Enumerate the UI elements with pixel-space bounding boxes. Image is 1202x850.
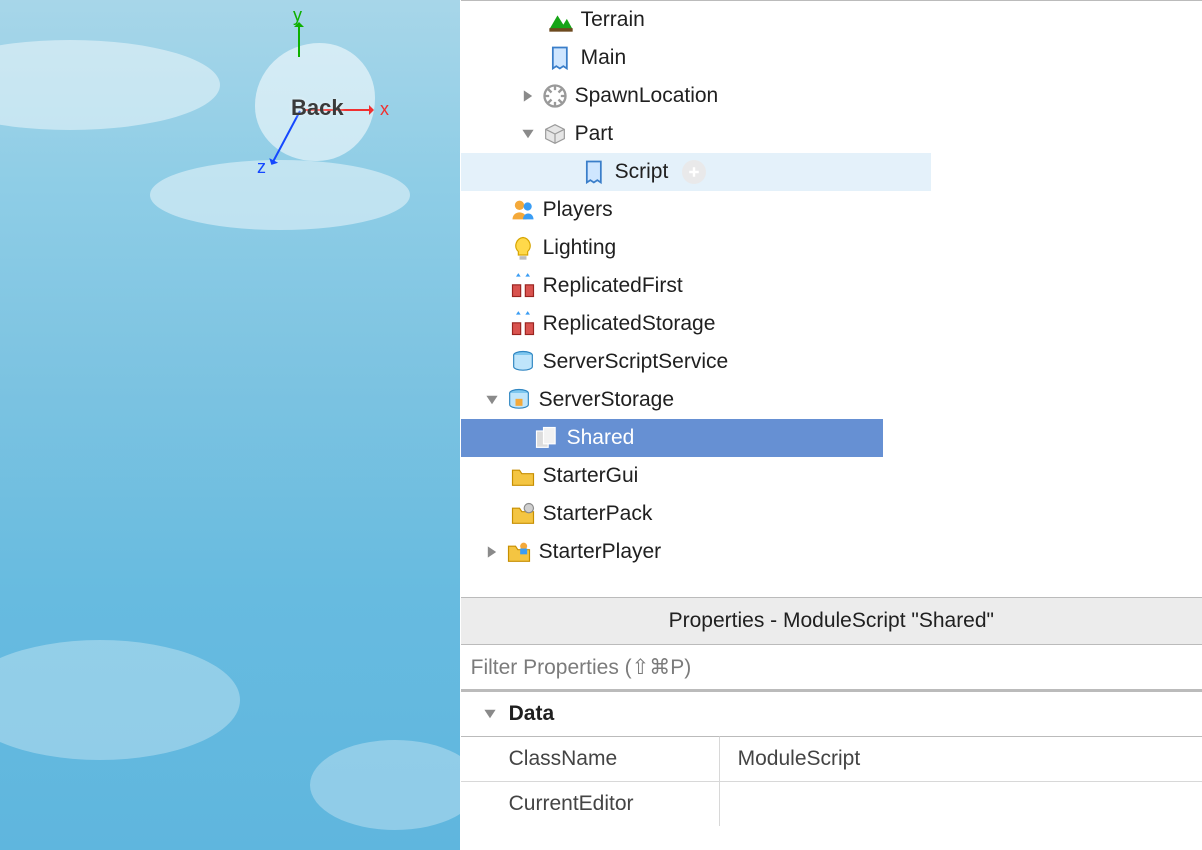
property-value[interactable] [720, 781, 1202, 826]
tree-item-label: Script [615, 160, 669, 184]
cloud-decor [0, 40, 220, 130]
tree-item-replicatedstorage[interactable]: ReplicatedStorage [461, 305, 1202, 343]
starterpack-icon [509, 500, 537, 528]
tree-item-lighting[interactable]: Lighting [461, 229, 1202, 267]
tree-item-part[interactable]: Part [461, 115, 1202, 153]
tree-item-starterplayer[interactable]: StarterPlayer [461, 533, 1202, 571]
explorer-tree[interactable]: Terrain Main SpawnLocation [461, 0, 1202, 597]
part-icon [541, 120, 569, 148]
script-icon [581, 158, 609, 186]
3d-viewport[interactable]: y x z Back [0, 0, 460, 850]
properties-filter-input[interactable]: Filter Properties (⇧⌘P) [461, 645, 1202, 690]
starterplayer-icon [505, 538, 533, 566]
collapse-arrow-icon[interactable] [479, 703, 501, 725]
expand-arrow-icon[interactable] [517, 85, 539, 107]
root: y x z Back Terrain Main [0, 0, 1202, 850]
tree-item-label: StarterPack [543, 502, 653, 526]
filter-placeholder: Filter Properties (⇧⌘P) [471, 655, 692, 680]
tree-item-serverscriptservice[interactable]: ServerScriptService [461, 343, 1202, 381]
replicated-icon [509, 310, 537, 338]
axis-x-label: x [380, 99, 389, 120]
module-script-icon [533, 424, 561, 452]
expand-arrow-icon[interactable] [481, 541, 503, 563]
tree-item-label: ReplicatedFirst [543, 274, 683, 298]
tree-item-main[interactable]: Main [461, 39, 1202, 77]
tree-item-startergui[interactable]: StarterGui [461, 457, 1202, 495]
property-name: CurrentEditor [461, 781, 720, 826]
cloud-decor [310, 740, 460, 830]
property-row[interactable]: CurrentEditor [461, 781, 1202, 826]
axis-y [298, 23, 300, 57]
properties-header: Properties - ModuleScript "Shared" [461, 597, 1202, 645]
cloud-decor [0, 640, 240, 760]
tree-item-label: Lighting [543, 236, 617, 260]
replicated-icon [509, 272, 537, 300]
property-row[interactable]: ClassName ModuleScript [461, 736, 1202, 781]
tree-item-shared[interactable]: Shared [461, 419, 883, 457]
terrain-icon [547, 6, 575, 34]
tree-item-label: Main [581, 46, 627, 70]
property-category-row[interactable]: Data [461, 690, 1202, 736]
tree-item-label: Part [575, 122, 614, 146]
orientation-gizmo[interactable]: y x z Back [235, 35, 395, 175]
tree-item-replicatedfirst[interactable]: ReplicatedFirst [461, 267, 1202, 305]
tree-item-serverstorage[interactable]: ServerStorage [461, 381, 1202, 419]
tree-item-spawnlocation[interactable]: SpawnLocation [461, 77, 1202, 115]
property-value[interactable]: ModuleScript [720, 736, 1202, 781]
tree-item-label: Players [543, 198, 613, 222]
tree-item-label: ServerStorage [539, 388, 674, 412]
axis-y-label: y [293, 5, 302, 26]
tree-item-players[interactable]: Players [461, 191, 1202, 229]
tree-item-label: ServerScriptService [543, 350, 729, 374]
axis-z-label: z [257, 157, 266, 178]
folder-icon [509, 462, 537, 490]
property-category-label: Data [509, 702, 555, 726]
collapse-arrow-icon[interactable] [517, 123, 539, 145]
tree-item-script[interactable]: Script [461, 153, 931, 191]
add-child-button[interactable] [682, 160, 706, 184]
server-storage-icon [505, 386, 533, 414]
tree-item-label: StarterGui [543, 464, 639, 488]
script-icon [547, 44, 575, 72]
spawn-icon [541, 82, 569, 110]
players-icon [509, 196, 537, 224]
property-name: ClassName [461, 736, 720, 781]
server-script-icon [509, 348, 537, 376]
gizmo-face-label: Back [291, 95, 344, 121]
lightbulb-icon [509, 234, 537, 262]
properties-title: Properties - ModuleScript "Shared" [669, 609, 994, 633]
tree-item-terrain[interactable]: Terrain [461, 1, 1202, 39]
tree-item-label: StarterPlayer [539, 540, 662, 564]
tree-item-label: SpawnLocation [575, 84, 719, 108]
tree-item-starterpack[interactable]: StarterPack [461, 495, 1202, 533]
tree-item-label: Terrain [581, 8, 645, 32]
tree-item-label: ReplicatedStorage [543, 312, 716, 336]
tree-item-label: Shared [567, 426, 635, 450]
collapse-arrow-icon[interactable] [481, 389, 503, 411]
side-panel: Terrain Main SpawnLocation [460, 0, 1202, 850]
